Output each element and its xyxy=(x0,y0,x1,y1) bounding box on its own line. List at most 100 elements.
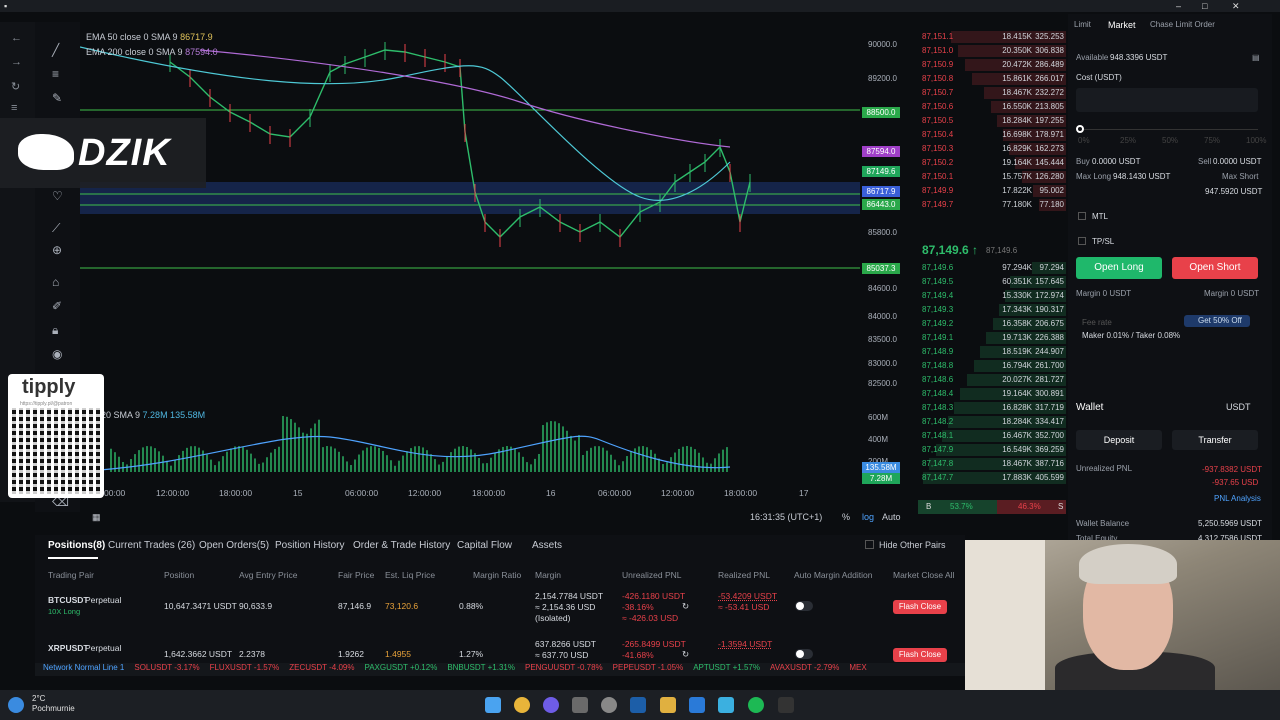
slider-mark[interactable]: 0% xyxy=(1078,136,1090,145)
percent-scale-toggle[interactable]: % xyxy=(842,512,850,522)
hide-other-checkbox[interactable] xyxy=(865,540,874,549)
bid-row[interactable]: 87,149.3 17.343K 190.317 xyxy=(918,303,1066,317)
bid-row[interactable]: 87,149.2 16.358K 206.675 xyxy=(918,317,1066,331)
tab-chase-limit[interactable]: Chase Limit Order xyxy=(1150,20,1215,29)
discord-icon[interactable] xyxy=(543,697,559,713)
slider-mark[interactable]: 25% xyxy=(1120,136,1136,145)
tab-1[interactable]: Current Trades (26) xyxy=(108,540,195,551)
minimize-button[interactable]: – xyxy=(1176,0,1181,12)
pnl-analysis-link[interactable]: PNL Analysis xyxy=(1214,494,1261,503)
column-header[interactable]: Margin xyxy=(535,570,561,580)
price-chart[interactable]: EMA 50 close 0 SMA 9 86717.9 EMA 200 clo… xyxy=(80,22,910,527)
tab-3[interactable]: Position History xyxy=(275,540,344,551)
column-header[interactable]: Avg Entry Price xyxy=(239,570,297,580)
bid-row[interactable]: 87,147.8 18.467K 387.716 xyxy=(918,457,1066,471)
bid-row[interactable]: 87,148.8 16.794K 261.700 xyxy=(918,359,1066,373)
tab-0[interactable]: Positions(8) xyxy=(48,540,105,551)
open-long-button[interactable]: Open Long xyxy=(1076,257,1162,279)
zoom-icon[interactable]: ⊕ xyxy=(52,244,62,256)
ask-row[interactable]: 87,150.1 15.757K 126.280 xyxy=(918,170,1066,184)
browser-icon[interactable] xyxy=(689,697,705,713)
ask-row[interactable]: 87,150.8 15.861K 266.017 xyxy=(918,72,1066,86)
bid-row[interactable]: 87,148.2 18.284K 334.417 xyxy=(918,415,1066,429)
back-icon[interactable]: ← xyxy=(11,32,22,44)
bid-row[interactable]: 87,148.6 20.027K 281.727 xyxy=(918,373,1066,387)
app-icon-1[interactable] xyxy=(572,697,588,713)
spotify-icon[interactable] xyxy=(748,697,764,713)
flash-close-button[interactable]: Flash Close xyxy=(893,600,947,614)
column-header[interactable]: Unrealized PNL xyxy=(622,570,682,580)
cost-label[interactable]: Cost (USDT) xyxy=(1076,73,1122,82)
refresh-icon[interactable]: ↻ xyxy=(11,80,20,93)
tab-limit[interactable]: Limit xyxy=(1074,20,1091,29)
slider-mark[interactable]: 75% xyxy=(1204,136,1220,145)
ask-row[interactable]: 87,151.1 18.415K 325.253 xyxy=(918,30,1066,44)
column-header[interactable]: Position xyxy=(164,570,194,580)
ticker-item[interactable]: BNBUSDT +1.31% xyxy=(447,663,515,672)
pair[interactable]: BTCUSDT xyxy=(48,595,89,605)
bid-row[interactable]: 87,148.4 19.164K 300.891 xyxy=(918,387,1066,401)
ticker-item[interactable]: PENGUUSDT -0.78% xyxy=(525,663,603,672)
ticker-item[interactable]: FLUXUSDT -1.57% xyxy=(210,663,280,672)
start-icon[interactable] xyxy=(485,697,501,713)
app-icon-3[interactable] xyxy=(718,697,734,713)
pair[interactable]: XRPUSDT xyxy=(48,643,89,653)
favorite-icon[interactable]: ♡ xyxy=(52,190,63,202)
deposit-button[interactable]: Deposit xyxy=(1076,430,1162,450)
tpsl-checkbox[interactable] xyxy=(1078,237,1086,245)
tab-5[interactable]: Capital Flow xyxy=(457,540,512,551)
ask-row[interactable]: 87,150.6 16.550K 213.805 xyxy=(918,100,1066,114)
bid-row[interactable]: 87,148.1 16.467K 352.700 xyxy=(918,429,1066,443)
ask-row[interactable]: 87,150.4 16.698K 178.971 xyxy=(918,128,1066,142)
amount-slider[interactable] xyxy=(1080,129,1258,130)
share-icon[interactable]: ↻ xyxy=(682,649,689,660)
slider-mark[interactable]: 50% xyxy=(1162,136,1178,145)
ticker-item[interactable]: Network Normal Line 1 xyxy=(35,663,124,672)
column-header[interactable]: Est. Liq Price xyxy=(385,570,435,580)
ticker-item[interactable]: AVAXUSDT -2.79% xyxy=(770,663,839,672)
share-icon[interactable]: ↻ xyxy=(682,601,689,612)
tab-6[interactable]: Assets xyxy=(532,540,562,551)
mtl-checkbox[interactable] xyxy=(1078,212,1086,220)
lines-tool-icon[interactable]: ≡ xyxy=(52,68,59,80)
ask-row[interactable]: 87,150.3 16.829K 162.273 xyxy=(918,142,1066,156)
lock-icon[interactable]: 🔒︎ xyxy=(52,324,58,336)
auto-margin-toggle[interactable] xyxy=(795,601,813,611)
flash-close-button[interactable]: Flash Close xyxy=(893,648,947,662)
ask-row[interactable]: 87,150.9 20.472K 286.489 xyxy=(918,58,1066,72)
magnet-icon[interactable]: ⌂ xyxy=(52,276,59,288)
forward-icon[interactable]: → xyxy=(11,56,22,68)
column-header[interactable]: Trading Pair xyxy=(48,570,94,580)
bid-row[interactable]: 87,149.6 97.294K 97.294 xyxy=(918,261,1066,275)
steam-icon[interactable] xyxy=(630,697,646,713)
bid-row[interactable]: 87,147.9 16.549K 369.259 xyxy=(918,443,1066,457)
bid-row[interactable]: 87,147.7 17.883K 405.599 xyxy=(918,471,1066,485)
slider-handle[interactable] xyxy=(1076,125,1084,133)
slider-mark[interactable]: 100% xyxy=(1246,136,1266,145)
ticker-item[interactable]: ZECUSDT -4.09% xyxy=(289,663,354,672)
obs-icon[interactable] xyxy=(778,697,794,713)
bid-row[interactable]: 87,149.5 60.351K 157.645 xyxy=(918,275,1066,289)
bid-row[interactable]: 87,149.1 19.713K 226.388 xyxy=(918,331,1066,345)
tab-4[interactable]: Order & Trade History xyxy=(353,540,450,551)
wallet-currency-select[interactable]: USDT xyxy=(1226,402,1251,412)
maximize-button[interactable]: □ xyxy=(1202,0,1207,12)
open-short-button[interactable]: Open Short xyxy=(1172,257,1258,279)
auto-margin-toggle[interactable] xyxy=(795,649,813,659)
promo-badge[interactable]: Get 50% Off xyxy=(1184,315,1250,327)
bid-row[interactable]: 87,149.4 15.330K 172.974 xyxy=(918,289,1066,303)
column-header[interactable]: Market Close All xyxy=(893,570,954,580)
tab-market[interactable]: Market xyxy=(1108,20,1136,30)
bid-row[interactable]: 87,148.3 16.828K 317.719 xyxy=(918,401,1066,415)
ask-row[interactable]: 87,149.7 77.180K 77.180 xyxy=(918,198,1066,212)
ruler-icon[interactable]: ⟋ xyxy=(52,222,60,234)
brush-tool-icon[interactable]: ✎ xyxy=(52,92,62,104)
transfer-button[interactable]: Transfer xyxy=(1172,430,1258,450)
calendar-icon[interactable]: ▦ xyxy=(92,512,101,523)
ask-row[interactable]: 87,149.9 17.822K 95.002 xyxy=(918,184,1066,198)
ticker-item[interactable]: PEPEUSDT -1.05% xyxy=(613,663,684,672)
tab-2[interactable]: Open Orders(5) xyxy=(199,540,269,551)
log-scale-toggle[interactable]: log xyxy=(862,512,874,522)
cost-input[interactable] xyxy=(1076,88,1258,112)
eye-icon[interactable]: ◉ xyxy=(52,348,62,360)
